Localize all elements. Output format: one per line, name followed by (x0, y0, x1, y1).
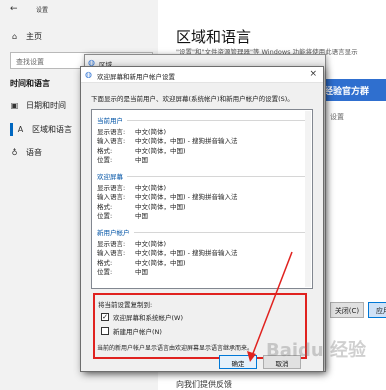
divider (127, 175, 307, 177)
setting-row: 输入语言: 中文(简体，中国) - 搜狗拼音输入法 (97, 249, 238, 258)
inheritance-note: 当前的新用户帐户显示语言由欢迎屏幕显示语言继承而来。 (97, 345, 254, 352)
search-placeholder: 查找设置 (16, 58, 44, 66)
dialog-intro: 下面显示的是当前用户、欢迎屏幕(系统帐户)和新用户帐户的设置(S)。 (91, 95, 294, 103)
language-icon: A (17, 125, 24, 134)
checkbox-checked-icon[interactable]: ✓ (101, 313, 109, 321)
nav-home[interactable]: ⌂ 主页 (10, 31, 42, 42)
home-icon: ⌂ (11, 32, 18, 41)
dialog-title: 欢迎屏幕和新用户帐户设置 (97, 73, 175, 81)
copy-settings-label: 将当前设置复制到: (98, 301, 153, 309)
setting-row: 位置: 中国 (97, 267, 148, 276)
calendar-clock-icon: ▣ (10, 101, 19, 110)
close-icon[interactable]: × (309, 69, 317, 79)
welcome-settings-dialog: ◍ 欢迎屏幕和新用户帐户设置 × 下面显示的是当前用户、欢迎屏幕(系统帐户)和新… (80, 66, 324, 372)
setting-row: 格式: 中文(简体，中国) (97, 146, 186, 155)
close-button[interactable]: 关闭(C) (330, 302, 364, 318)
settings-app-title: 设置 (36, 7, 49, 14)
setting-row: 格式: 中文(简体，中国) (97, 258, 186, 267)
settings-titlebar: ← 设置 (0, 0, 386, 18)
checkbox-unchecked-icon[interactable] (101, 327, 109, 335)
globe-icon: ◍ (85, 70, 92, 79)
dialog-titlebar: ◍ 欢迎屏幕和新用户帐户设置 × (81, 67, 323, 83)
vertical-scrollbar[interactable] (305, 111, 311, 287)
setting-row: 显示语言: 中文(简体) (97, 184, 167, 192)
section-new-user: 新用户帐户 显示语言: 中文(简体) 输入语言: 中文(简体，中国) - 搜狗拼音输… (97, 227, 307, 277)
nav-home-label: 主页 (26, 32, 42, 41)
section-title: 欢迎屏幕 (97, 173, 123, 181)
section-title: 当前用户 (97, 117, 123, 125)
ok-button[interactable]: 确定 (219, 355, 257, 369)
divider (133, 231, 307, 233)
nav-group-title: 时间和语言 (10, 79, 50, 88)
section-current-user: 当前用户 显示语言: 中文(简体) 输入语言: 中文(简体，中国) - 搜狗拼音输入… (97, 115, 307, 165)
sidebar-item-speech[interactable]: ♁ 语音 (10, 147, 42, 158)
setting-row: 位置: 中国 (97, 155, 148, 164)
watermark: Baidu 经验 (266, 340, 367, 361)
microphone-icon: ♁ (11, 148, 18, 157)
sidebar-item-label: 语音 (26, 148, 42, 157)
checkbox-welcome-screen[interactable]: ✓ 欢迎屏幕和系统帐户(W) (101, 312, 183, 322)
active-indicator (10, 123, 13, 136)
back-arrow-icon[interactable]: ← (10, 4, 18, 14)
settings-fragment-text: 设置 (330, 113, 344, 121)
setting-row: 显示语言: 中文(简体) (97, 128, 167, 136)
page-title: 区域和语言 (176, 28, 252, 46)
setting-row: 输入语言: 中文(简体，中国) - 搜狗拼音输入法 (97, 193, 238, 202)
sidebar-item-date-time[interactable]: ▣ 日期和时间 (10, 100, 66, 111)
section-welcome-screen: 欢迎屏幕 显示语言: 中文(简体) 输入语言: 中文(简体，中国) - 搜狗拼音输入… (97, 171, 307, 221)
checkbox-label: 欢迎屏幕和系统帐户(W) (113, 314, 183, 322)
setting-row: 输入语言: 中文(简体，中国) - 搜狗拼音输入法 (97, 137, 238, 146)
section-title: 新用户帐户 (97, 229, 130, 237)
feedback-link[interactable]: 向我们提供反馈 (176, 379, 232, 390)
apply-button[interactable]: 应用 (368, 302, 386, 318)
setting-row: 显示语言: 中文(简体) (97, 240, 167, 248)
checkbox-new-user[interactable]: 新建用户帐户(N) (101, 326, 162, 336)
sidebar-item-region-language[interactable]: A 区域和语言 (16, 124, 72, 135)
setting-row: 位置: 中国 (97, 211, 148, 220)
divider (127, 119, 307, 121)
sidebar-item-label: 区域和语言 (32, 125, 72, 134)
setting-row: 格式: 中文(简体，中国) (97, 202, 186, 211)
group-banner: 经验官方群 (316, 79, 386, 101)
sidebar-item-label: 日期和时间 (26, 101, 66, 110)
checkbox-label: 新建用户帐户(N) (113, 328, 162, 336)
settings-summary-panel: 当前用户 显示语言: 中文(简体) 输入语言: 中文(简体，中国) - 搜狗拼音输入… (91, 109, 313, 289)
